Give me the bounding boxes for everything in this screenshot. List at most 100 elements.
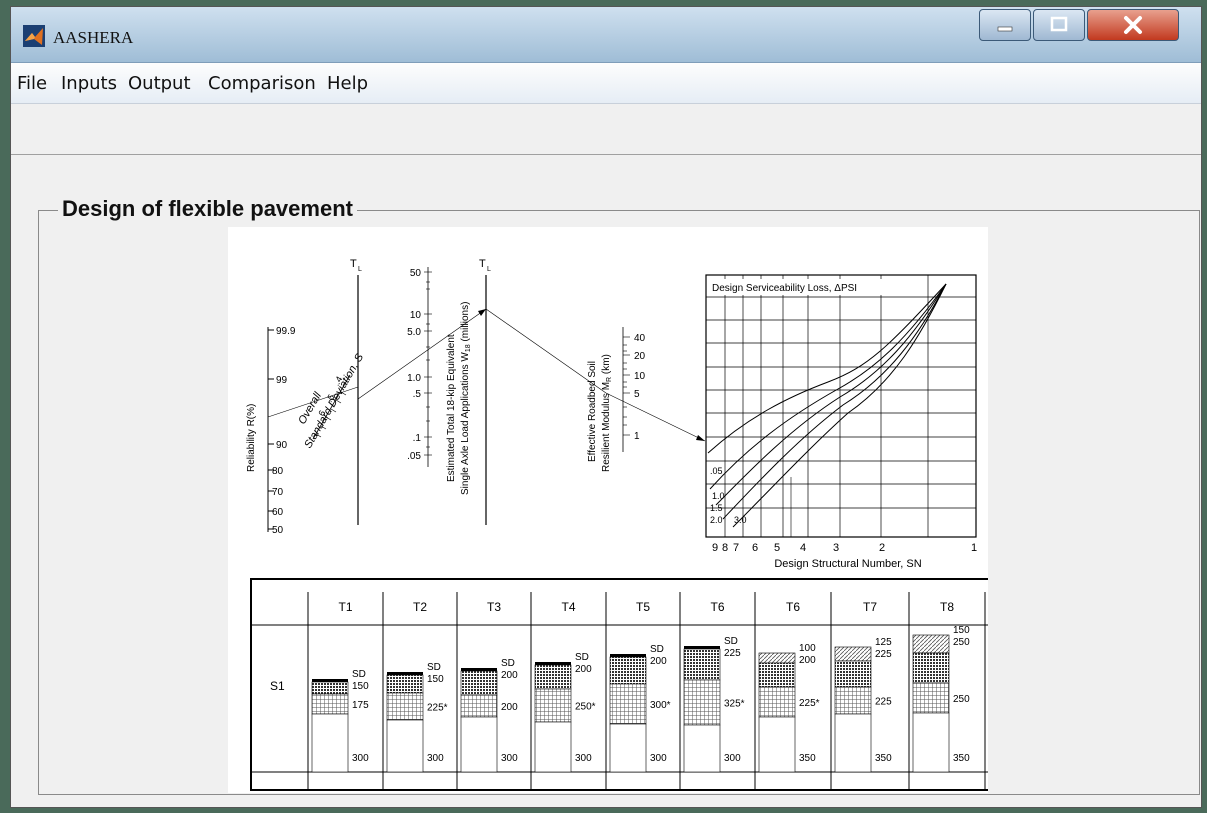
reliability-tick-label: 90 bbox=[276, 440, 288, 451]
w18-label-main: Single Axle Load Applications W bbox=[460, 352, 471, 495]
layer-thickness-label: 300 bbox=[724, 753, 741, 764]
menu-bar: File Inputs Output Comparison Help bbox=[11, 63, 1201, 104]
reliability-tick-label: 80 bbox=[272, 466, 284, 477]
surface-dressing-layer bbox=[312, 679, 348, 682]
layer-thickness-label: 175 bbox=[352, 700, 369, 711]
layer-thickness-label: 200 bbox=[575, 664, 592, 675]
layer-thickness-label: SD bbox=[724, 636, 738, 647]
table-header: T3 bbox=[487, 600, 501, 614]
w18-tick-label: .1 bbox=[413, 433, 422, 444]
layer-thickness-label: 300 bbox=[352, 753, 369, 764]
layer-thickness-label: 150 bbox=[953, 625, 970, 636]
w18-tick-label: 5.0 bbox=[407, 327, 421, 338]
layer-thickness-label: SD bbox=[427, 662, 441, 673]
design-chart-title: Design Serviceability Loss, ΔPSI bbox=[712, 283, 857, 294]
tl-sub-1: L bbox=[358, 266, 362, 273]
table-header: T5 bbox=[636, 600, 650, 614]
layer-thickness-label: 300* bbox=[650, 700, 671, 711]
menu-comparison[interactable]: Comparison bbox=[208, 73, 316, 94]
layer-thickness-label: 225* bbox=[799, 698, 820, 709]
psi-curve-10 bbox=[709, 283, 947, 490]
capping-layer bbox=[386, 719, 424, 773]
layer-thickness-label: 200 bbox=[799, 655, 816, 666]
maximize-button[interactable] bbox=[1033, 9, 1085, 41]
minimize-button[interactable] bbox=[979, 9, 1031, 41]
layer-thickness-label: 225* bbox=[427, 703, 448, 714]
turning-line-4 bbox=[605, 392, 706, 442]
curve-label: 3.0 bbox=[734, 515, 747, 525]
surface-dressing-layer bbox=[387, 672, 423, 675]
curve-label: 1.0 bbox=[712, 491, 725, 501]
table-row-label: S1 bbox=[270, 679, 285, 693]
surface-dressing-layer bbox=[461, 668, 497, 671]
close-button[interactable] bbox=[1087, 9, 1179, 41]
pavement-design-figure: T L T L 99.9 99 90 80 70 60 50 Reliabili… bbox=[228, 227, 996, 793]
reliability-label: Reliability R(%) bbox=[246, 404, 257, 472]
w18-label-line1: Estimated Total 18-kip Equivalent bbox=[446, 334, 457, 482]
subbase-layer bbox=[534, 688, 572, 723]
layer-thickness-label: 350 bbox=[953, 753, 970, 764]
layer-thickness-label: 125 bbox=[875, 637, 892, 648]
sn-tick-label: 7 bbox=[733, 542, 739, 554]
base-layer bbox=[912, 652, 950, 684]
w18-label-line2: Single Axle Load Applications W18 (milli… bbox=[460, 302, 472, 495]
w18-tick-label: .05 bbox=[407, 451, 421, 462]
layer-thickness-label: 200 bbox=[501, 702, 518, 713]
layer-thickness-label: 225 bbox=[875, 697, 892, 708]
matlab-logo-icon bbox=[23, 25, 45, 47]
subbase-layer bbox=[609, 683, 647, 725]
layer-thickness-label: 100 bbox=[799, 643, 816, 654]
curve-label: 1.5 bbox=[710, 503, 723, 513]
layer-thickness-label: 250 bbox=[953, 637, 970, 648]
reliability-tick-label: 99.9 bbox=[276, 326, 296, 337]
tl-sub-2: L bbox=[487, 266, 491, 273]
arrow-head-2 bbox=[696, 435, 705, 441]
mr-tick-label: 10 bbox=[634, 371, 646, 382]
w18-tick-label: 50 bbox=[410, 268, 422, 279]
layer-thickness-label: 225 bbox=[724, 648, 741, 659]
curve-label: 2.0 bbox=[710, 515, 723, 525]
layer-thickness-label: 225 bbox=[875, 649, 892, 660]
layer-thickness-label: 300 bbox=[501, 753, 518, 764]
sn-tick-label: 9 bbox=[712, 542, 718, 554]
base-layer bbox=[386, 674, 424, 694]
base-layer bbox=[834, 660, 872, 688]
mr-tick-label: 1 bbox=[634, 431, 640, 442]
subbase-layer bbox=[912, 682, 950, 714]
menu-output[interactable]: Output bbox=[128, 73, 191, 94]
table-header: T4 bbox=[561, 600, 575, 614]
mr-tick-label: 20 bbox=[634, 351, 646, 362]
subbase-layer bbox=[311, 693, 349, 715]
sn-tick-label: 5 bbox=[774, 542, 780, 554]
subbase-layer bbox=[460, 694, 498, 718]
asphalt-surface-layer bbox=[912, 634, 950, 654]
curve-label: .05 bbox=[710, 466, 723, 476]
asphalt-surface-layer bbox=[758, 652, 796, 664]
sn-axis-label: Design Structural Number, SN bbox=[774, 558, 921, 570]
capping-layer bbox=[758, 716, 796, 773]
layer-thickness-label: 150 bbox=[427, 674, 444, 685]
title-bar[interactable]: AASHERA bbox=[11, 7, 1201, 63]
menu-file[interactable]: File bbox=[17, 73, 47, 94]
tl-label-2: T bbox=[479, 258, 486, 270]
psi-curve-15 bbox=[715, 283, 947, 506]
layer-thickness-label: 300 bbox=[575, 753, 592, 764]
base-layer bbox=[534, 664, 572, 690]
base-layer bbox=[683, 648, 721, 681]
mr-label-main: Resilient Modulus M bbox=[601, 382, 612, 472]
minimize-icon bbox=[997, 26, 1013, 32]
psi-curves bbox=[707, 283, 947, 528]
layer-thickness-label: 350 bbox=[799, 753, 816, 764]
reliability-tick-label: 70 bbox=[272, 487, 284, 498]
subbase-layer bbox=[834, 686, 872, 715]
capping-layer bbox=[834, 713, 872, 773]
window-title: AASHERA bbox=[53, 28, 134, 47]
w18-tick-label: .5 bbox=[413, 389, 422, 400]
sn-tick-label: 3 bbox=[833, 542, 839, 554]
w18-tick-label: 10 bbox=[410, 310, 422, 321]
sn-tick-label: 8 bbox=[722, 542, 728, 554]
menu-help[interactable]: Help bbox=[327, 73, 368, 94]
sn-tick-label: 4 bbox=[800, 542, 806, 554]
layer-thickness-label: 300 bbox=[650, 753, 667, 764]
menu-inputs[interactable]: Inputs bbox=[61, 73, 117, 94]
